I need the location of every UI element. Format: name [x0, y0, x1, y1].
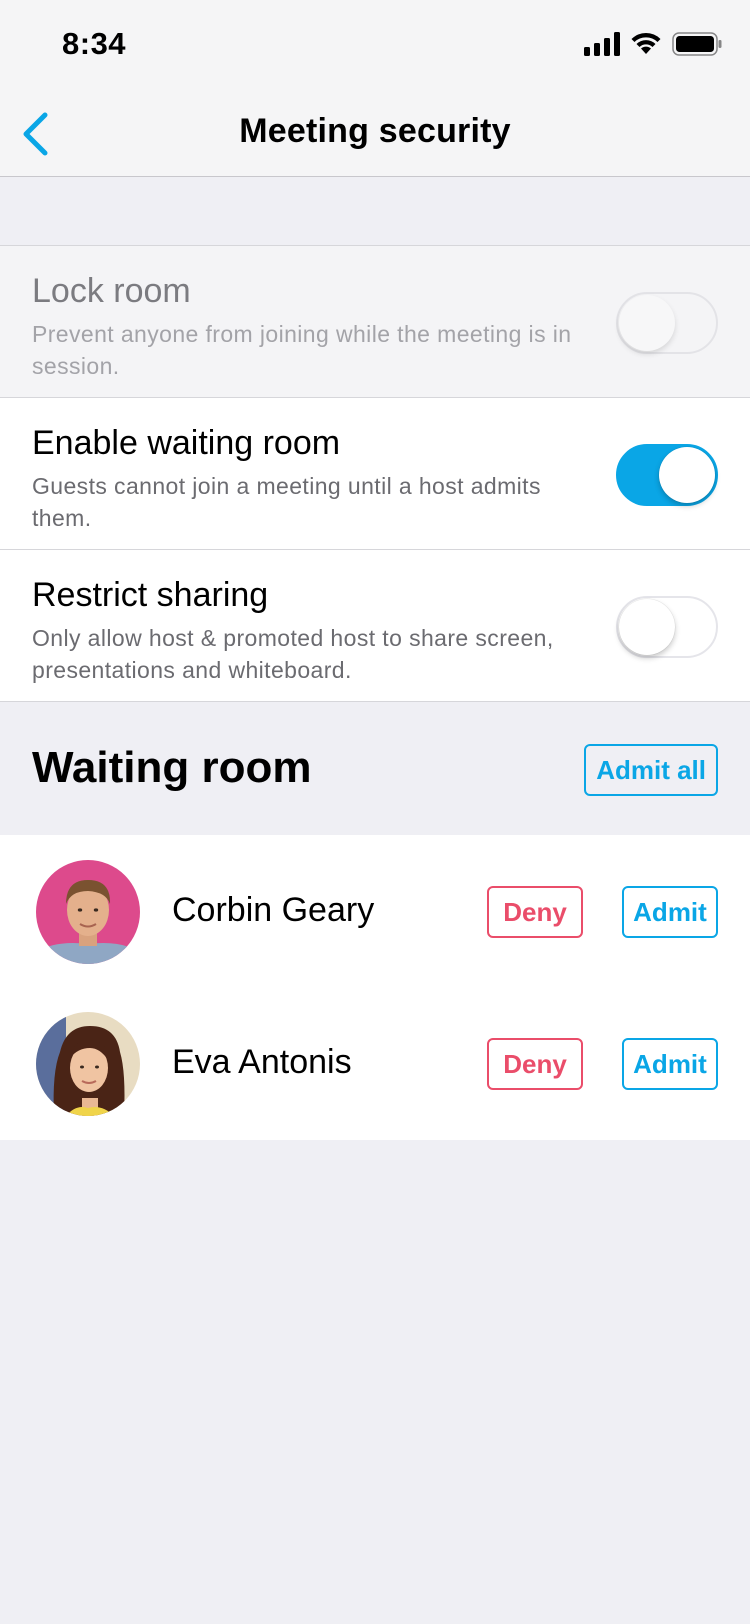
setting-title: Lock room	[32, 272, 191, 310]
toggle-knob	[659, 447, 715, 503]
page-title: Meeting security	[239, 112, 511, 150]
person-name: Eva Antonis	[172, 1043, 352, 1081]
wifi-icon	[630, 32, 662, 61]
lock-room-toggle[interactable]	[616, 292, 718, 354]
setting-description: Guests cannot join a meeting until a hos…	[32, 473, 541, 531]
setting-row-waiting-room: Enable waiting room Guests cannot join a…	[0, 398, 750, 550]
restrict-sharing-toggle[interactable]	[616, 596, 718, 658]
deny-button[interactable]: Deny	[487, 1038, 583, 1090]
admit-button[interactable]: Admit	[622, 1038, 718, 1090]
security-settings-list: Lock room Prevent anyone from joining wh…	[0, 245, 750, 702]
setting-description: Prevent anyone from joining while the me…	[32, 321, 572, 379]
admit-button[interactable]: Admit	[622, 886, 718, 938]
avatar	[36, 860, 140, 964]
setting-title: Enable waiting room	[32, 424, 341, 462]
setting-row-lock-room: Lock room Prevent anyone from joining wh…	[0, 246, 750, 398]
deny-button[interactable]: Deny	[487, 886, 583, 938]
setting-title: Restrict sharing	[32, 576, 269, 614]
section-title: Waiting room	[32, 743, 312, 792]
waiting-list: Corbin Geary Deny Admit Eva Antonis Deny…	[0, 835, 750, 1140]
status-time: 8:34	[62, 26, 127, 61]
toggle-knob	[619, 295, 675, 351]
status-icons	[584, 32, 722, 61]
waiting-room-header: Waiting room Admit all	[0, 703, 750, 835]
setting-row-restrict-sharing: Restrict sharing Only allow host & promo…	[0, 550, 750, 702]
list-item: Corbin Geary Deny Admit	[0, 835, 750, 987]
toggle-knob	[619, 599, 675, 655]
waiting-room-toggle[interactable]	[616, 444, 718, 506]
cellular-signal-icon	[584, 32, 620, 61]
list-item: Eva Antonis Deny Admit	[0, 987, 750, 1139]
status-bar: 8:34	[0, 0, 750, 88]
admit-all-button[interactable]: Admit all	[584, 744, 718, 796]
battery-icon	[672, 32, 722, 61]
screen: 8:34 Meeting security Lock room Prevent …	[0, 0, 750, 1624]
nav-bar: Meeting security	[0, 88, 750, 177]
person-name: Corbin Geary	[172, 891, 375, 929]
avatar	[36, 1012, 140, 1116]
setting-description: Only allow host & promoted host to share…	[32, 625, 554, 683]
